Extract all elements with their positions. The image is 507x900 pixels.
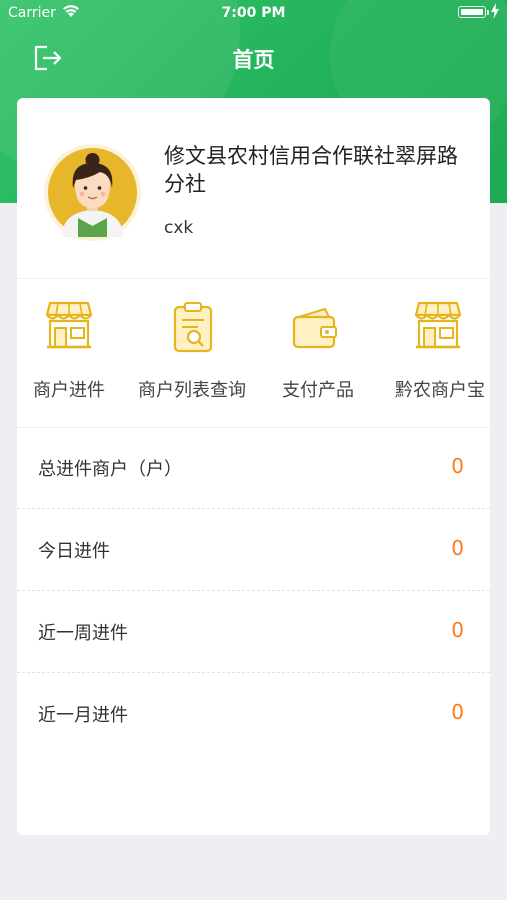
stat-row-total: 总进件商户（户） 0	[17, 427, 490, 509]
clipboard-search-icon	[171, 301, 215, 357]
stat-label: 今日进件	[38, 541, 110, 562]
storefront-icon	[414, 301, 462, 355]
merchant-list-query-button[interactable]: 商户列表查询	[121, 279, 263, 427]
stat-label: 近一月进件	[38, 705, 128, 726]
clock: 7:00 PM	[221, 5, 286, 21]
merchant-onboarding-button[interactable]: 商户进件	[17, 279, 121, 427]
stat-value: 0	[451, 536, 464, 560]
main-card: 修文县农村信用合作联社翠屏路分社 cxk 商户进件 商户列表查询 支付产品 黔农…	[17, 98, 490, 835]
status-bar: Carrier 7:00 PM	[0, 0, 507, 28]
navigation-bar: 首页	[0, 36, 507, 80]
stat-label: 总进件商户（户）	[38, 459, 182, 480]
qiannong-merchant-treasure-button[interactable]: 黔农商户宝	[373, 279, 490, 427]
organization-name: 修文县农村信用合作联社翠屏路分社	[164, 144, 458, 196]
page-title: 首页	[232, 48, 275, 72]
username: cxk	[164, 218, 194, 238]
wallet-icon	[291, 307, 339, 353]
quick-actions: 商户进件 商户列表查询 支付产品 黔农商户宝	[17, 279, 490, 428]
stat-value: 0	[451, 454, 464, 478]
stat-row-today: 今日进件 0	[17, 509, 490, 591]
stat-row-week: 近一周进件 0	[17, 591, 490, 673]
payment-products-button[interactable]: 支付产品	[263, 279, 373, 427]
statistics-list: 总进件商户（户） 0 今日进件 0 近一周进件 0 近一月进件 0	[17, 427, 490, 754]
charging-icon	[490, 3, 500, 23]
storefront-icon	[45, 301, 93, 355]
stat-row-month: 近一月进件 0	[17, 673, 490, 754]
stat-value: 0	[451, 618, 464, 642]
profile-section: 修文县农村信用合作联社翠屏路分社 cxk	[17, 98, 490, 279]
stat-label: 近一周进件	[38, 623, 128, 644]
quick-action-label: 黔农商户宝	[395, 380, 485, 401]
stat-value: 0	[451, 700, 464, 724]
avatar	[44, 144, 141, 241]
battery-icon	[458, 6, 489, 18]
